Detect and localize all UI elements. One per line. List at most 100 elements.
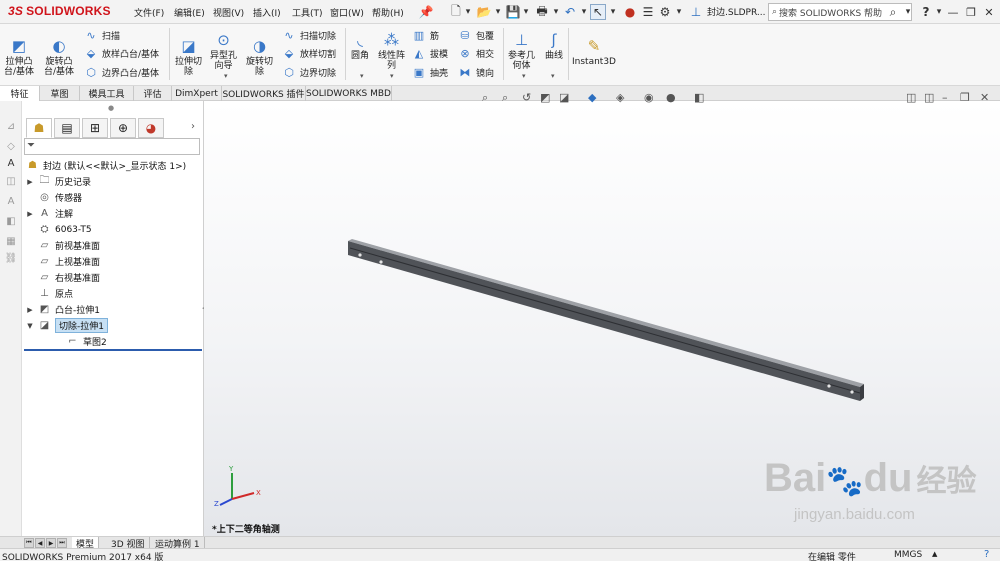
tab-sketch[interactable]: 草图 (40, 86, 80, 101)
first-tab-icon[interactable]: ⏮ (24, 538, 34, 548)
search-icon[interactable]: ⌕ (885, 4, 901, 20)
chevron-down-icon[interactable]: ▾ (551, 72, 555, 80)
menu-edit[interactable]: 编辑(E) (174, 6, 205, 19)
boundary-cut-button[interactable]: ⬡ 边界切除 (282, 65, 336, 79)
graphics-area[interactable]: ⌕ ⌕ ↺ ◩ ◪ ◆ ◈ ◉ ● ◧ ◫ ◫ – ❐ ✕ Y X Z *上下二… (204, 91, 1000, 536)
tab-property-manager[interactable]: ▤ (54, 118, 80, 138)
tab-solidworks-addins[interactable]: SOLIDWORKS 插件 (222, 86, 306, 101)
loft-boss-button[interactable]: ⬙ 放样凸台/基体 (84, 46, 159, 60)
menu-help[interactable]: 帮助(H) (372, 6, 404, 19)
tree-item[interactable]: ▶ ◩ 凸台-拉伸1 (26, 302, 100, 317)
chevron-down-icon[interactable]: ▾ (675, 4, 683, 20)
instant3d-button[interactable]: ✎ Instant3D (572, 36, 616, 68)
undo-icon[interactable]: ↶ (562, 4, 578, 20)
chevron-down-icon[interactable]: ▾ (224, 72, 228, 80)
dimension-tool-icon[interactable]: ◇ (4, 139, 18, 153)
tree-item[interactable]: ◎ 传感器 (26, 190, 82, 205)
lofted-cut-button[interactable]: ⬙ 放样切割 (282, 46, 336, 60)
tree-item[interactable]: ▱ 前视基准面 (26, 238, 100, 253)
rib-button[interactable]: ▥ 筋 (412, 28, 439, 42)
boundary-boss-button[interactable]: ⬡ 边界凸台/基体 (84, 65, 159, 79)
select-pointer-icon[interactable]: ↖ (590, 4, 606, 20)
revolve-boss-button[interactable]: ◐ 旋转凸 台/基体 (44, 36, 74, 78)
open-folder-icon[interactable]: 📂 (476, 4, 492, 20)
tree-item[interactable]: ▼ ◪ 切除-拉伸1 (26, 318, 108, 333)
grid-tool-icon[interactable]: ▦ (4, 234, 18, 248)
chevron-right-icon[interactable]: ▶ (26, 178, 34, 186)
tree-root-part[interactable]: ☗ 封边 (默认<<默认>_显示状态 1>) (26, 158, 186, 173)
tree-filter-input[interactable]: ⏷ (24, 138, 200, 155)
print-icon[interactable]: 🖶 (534, 4, 550, 20)
view-tool-icon[interactable]: ◫ (4, 174, 18, 188)
tab-dimxpert-manager[interactable]: ⊕ (110, 118, 136, 138)
menu-file[interactable]: 文件(F) (134, 6, 164, 19)
new-document-icon[interactable]: 🗋 (448, 4, 464, 20)
mirror-button[interactable]: ⧓ 镜向 (458, 65, 495, 79)
chevron-down-icon[interactable]: ▾ (522, 4, 530, 20)
link-tool-icon[interactable]: ⛓ (4, 251, 18, 265)
rollback-bar[interactable] (24, 349, 202, 351)
next-tab-icon[interactable]: ▶ (46, 538, 56, 548)
tab-evaluate[interactable]: 评估 (134, 86, 172, 101)
quick-tips-icon[interactable]: ? (984, 549, 989, 560)
unit-caret-icon[interactable]: ▲ (932, 550, 937, 558)
chevron-down-icon[interactable]: ▾ (935, 4, 943, 20)
restore-icon[interactable]: ❐ (962, 4, 980, 20)
linear-pattern-button[interactable]: ⁂ 线性阵 列 (378, 30, 405, 72)
menu-insert[interactable]: 插入(I) (253, 6, 281, 19)
sketch-tool-icon[interactable]: ⊿ (4, 119, 18, 133)
tab-solidworks-mbd[interactable]: SOLIDWORKS MBD (306, 86, 392, 101)
chevron-down-icon[interactable]: ▾ (464, 4, 472, 20)
draft-button[interactable]: ◭ 拔模 (412, 46, 448, 60)
close-icon[interactable]: ✕ (980, 4, 998, 20)
chevron-right-icon[interactable]: ▶ (26, 306, 34, 314)
chevron-down-icon[interactable]: ▾ (904, 4, 912, 20)
tree-item[interactable]: ▶ 🗀 历史记录 (26, 174, 91, 189)
tab-mold-tools[interactable]: 模具工具 (80, 86, 134, 101)
tab-features[interactable]: 特征 (0, 86, 40, 101)
text-tool-icon[interactable]: A (4, 194, 18, 208)
fillet-button[interactable]: ◟ 圆角 (350, 30, 370, 62)
layer-tool-icon[interactable]: ◧ (4, 214, 18, 228)
chevron-down-icon[interactable]: ▾ (552, 4, 560, 20)
prev-tab-icon[interactable]: ◀ (35, 538, 45, 548)
chevron-down-icon[interactable]: ▾ (522, 72, 526, 80)
shell-button[interactable]: ▣ 抽壳 (412, 65, 448, 79)
swept-cut-button[interactable]: ∿ 扫描切除 (282, 28, 336, 42)
chevron-right-icon[interactable]: › (191, 121, 195, 132)
chevron-down-icon[interactable]: ▼ (26, 322, 34, 330)
panel-handle-icon[interactable]: ● (108, 104, 114, 112)
annotation-tool-icon[interactable]: A (4, 156, 18, 170)
tab-dimxpert[interactable]: DimXpert (172, 86, 222, 101)
sweep-button[interactable]: ∿ 扫描 (84, 28, 120, 42)
chevron-down-icon[interactable]: ▾ (390, 72, 394, 80)
tab-display-manager[interactable]: ◕ (138, 118, 164, 138)
curves-button[interactable]: ʃ 曲线 (544, 30, 564, 62)
pin-icon[interactable]: 📌 (418, 4, 434, 20)
intersect-button[interactable]: ⊗ 相交 (458, 46, 494, 60)
file-properties-icon[interactable]: ☰ (640, 4, 656, 20)
tree-item[interactable]: ▶ A 注解 (26, 206, 73, 221)
chevron-down-icon[interactable]: ▾ (494, 4, 502, 20)
rebuild-traffic-light-icon[interactable]: ● (622, 4, 638, 20)
minimize-icon[interactable]: — (944, 4, 962, 20)
extrude-cut-button[interactable]: ◪ 拉伸切 除 (175, 36, 202, 78)
unit-system[interactable]: MMGS (894, 550, 922, 560)
tree-item[interactable]: ⊥ 原点 (26, 286, 73, 301)
menu-window[interactable]: 窗口(W) (330, 6, 364, 19)
help-button[interactable]: ? (918, 4, 934, 20)
tab-feature-tree[interactable]: ☗ (26, 118, 52, 138)
chevron-down-icon[interactable]: ▾ (360, 72, 364, 80)
chevron-down-icon[interactable]: ▾ (580, 4, 588, 20)
tree-item[interactable]: ▱ 右视基准面 (26, 270, 100, 285)
tree-item[interactable]: ⌐ 草图2 (54, 334, 106, 349)
hole-wizard-button[interactable]: ⊙ 异型孔 向导 (210, 30, 237, 72)
last-tab-icon[interactable]: ⏭ (57, 538, 67, 548)
menu-view[interactable]: 视图(V) (213, 6, 244, 19)
extrude-boss-button[interactable]: ◩ 拉伸凸 台/基体 (4, 36, 34, 78)
menu-tools[interactable]: 工具(T) (292, 6, 323, 19)
tab-configuration-manager[interactable]: ⊞ (82, 118, 108, 138)
wrap-button[interactable]: ⛁ 包覆 (458, 28, 494, 42)
save-icon[interactable]: 💾 (505, 4, 521, 20)
revolve-cut-button[interactable]: ◑ 旋转切 除 (246, 36, 273, 78)
